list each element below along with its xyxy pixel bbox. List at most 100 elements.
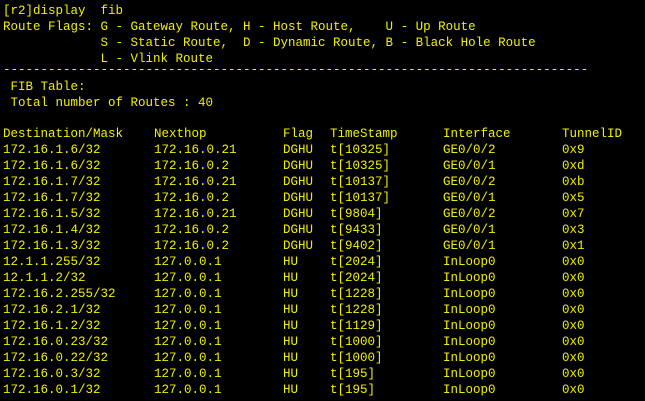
cell-tunnelid: 0x0	[562, 255, 585, 269]
cell-flag: DGHU	[283, 207, 314, 221]
cell-interface: GE0/0/2	[443, 175, 496, 189]
cell-flag: HU	[283, 335, 299, 349]
cell-timestamp: t[9804]	[330, 207, 383, 221]
table-row: 172.16.0.1/32 127.0.0.1 HU t[195] InLoop0 0x0	[0, 382, 645, 398]
cell-flag: DGHU	[283, 191, 314, 205]
cell-destination: 172.16.0.23/32	[3, 335, 109, 349]
column-header-tunnelid: TunnelID	[562, 127, 623, 141]
cell-timestamp: t[2024]	[330, 271, 383, 285]
cell-flag: HU	[283, 255, 299, 269]
cell-nexthop: 172.16.0.2	[154, 223, 230, 237]
table-row: 172.16.1.5/32 172.16.0.21 DGHU t[9804] GE0/0…	[0, 206, 645, 222]
cell-flag: HU	[283, 319, 299, 333]
table-row: 172.16.2.255/32 127.0.0.1 HU t[1228] InLoop0…	[0, 286, 645, 302]
column-header-destination: Destination/Mask	[3, 127, 124, 141]
cell-tunnelid: 0x0	[562, 351, 585, 365]
cell-timestamp: t[1228]	[330, 287, 383, 301]
cell-nexthop: 172.16.0.21	[154, 143, 237, 157]
cell-destination: 12.1.1.255/32	[3, 255, 101, 269]
cell-timestamp: t[9433]	[330, 223, 383, 237]
cell-nexthop: 127.0.0.1	[154, 319, 222, 333]
cell-nexthop: 127.0.0.1	[154, 303, 222, 317]
column-header-nexthop: Nexthop	[154, 127, 207, 141]
cell-interface: GE0/0/1	[443, 159, 496, 173]
column-header-interface: Interface	[443, 127, 511, 141]
cell-interface: InLoop0	[443, 351, 496, 365]
table-row: 172.16.1.4/32 172.16.0.2 DGHU t[9433] GE0/0/…	[0, 222, 645, 238]
cell-tunnelid: 0x0	[562, 367, 585, 381]
cell-tunnelid: 0x7	[562, 207, 585, 221]
cell-timestamp: t[10325]	[330, 159, 391, 173]
cell-destination: 172.16.2.1/32	[3, 303, 101, 317]
cell-destination: 172.16.1.6/32	[3, 159, 101, 173]
cell-destination: 172.16.0.22/32	[3, 351, 109, 365]
table-row: 172.16.1.7/32 172.16.0.21 DGHU t[10137] GE0/…	[0, 174, 645, 190]
table-row: 12.1.1.2/32 127.0.0.1 HU t[2024] InLoop0 0x0	[0, 270, 645, 286]
cell-interface: GE0/0/2	[443, 207, 496, 221]
cell-timestamp: t[195]	[330, 367, 376, 381]
cell-interface: InLoop0	[443, 255, 496, 269]
cell-nexthop: 172.16.0.2	[154, 159, 230, 173]
cell-timestamp: t[9402]	[330, 239, 383, 253]
table-row: 12.1.1.255/32 127.0.0.1 HU t[2024] InLoop0 0x…	[0, 254, 645, 270]
cell-destination: 172.16.1.7/32	[3, 175, 101, 189]
cell-interface: InLoop0	[443, 271, 496, 285]
cell-timestamp: t[10137]	[330, 191, 391, 205]
cell-flag: DGHU	[283, 223, 314, 237]
cell-tunnelid: 0x0	[562, 303, 585, 317]
table-row: 172.16.1.6/32 172.16.0.21 DGHU t[10325] GE0/…	[0, 142, 645, 158]
cell-nexthop: 172.16.0.21	[154, 207, 237, 221]
cell-interface: GE0/0/1	[443, 223, 496, 237]
cell-interface: GE0/0/1	[443, 239, 496, 253]
table-row: 172.16.1.6/32 172.16.0.2 DGHU t[10325] GE0/0…	[0, 158, 645, 174]
cell-tunnelid: 0xd	[562, 159, 585, 173]
cell-timestamp: t[10325]	[330, 143, 391, 157]
route-flags-line-2: S - Static Route, D - Dynamic Route, B -…	[3, 36, 536, 50]
cell-tunnelid: 0x0	[562, 383, 585, 397]
cell-flag: DGHU	[283, 143, 314, 157]
column-header-flag: Flag	[283, 127, 314, 141]
cell-nexthop: 127.0.0.1	[154, 383, 222, 397]
cell-flag: DGHU	[283, 175, 314, 189]
terminal-window[interactable]: [r2]display fib Route Flags: G - Gateway…	[0, 0, 645, 401]
table-row: 172.16.2.1/32 127.0.0.1 HU t[1228] InLoop0 0x…	[0, 302, 645, 318]
cell-flag: HU	[283, 351, 299, 365]
table-row: 172.16.1.2/32 127.0.0.1 HU t[1129] InLoop0 0x…	[0, 318, 645, 334]
cell-nexthop: 127.0.0.1	[154, 255, 222, 269]
fib-table-label: FIB Table:	[3, 80, 86, 94]
cell-destination: 172.16.1.4/32	[3, 223, 101, 237]
cell-timestamp: t[1000]	[330, 335, 383, 349]
cell-flag: HU	[283, 367, 299, 381]
cell-nexthop: 127.0.0.1	[154, 271, 222, 285]
separator-line: ----------------------------------------…	[3, 63, 589, 77]
cell-nexthop: 172.16.0.2	[154, 191, 230, 205]
table-row: 172.16.0.23/32 127.0.0.1 HU t[1000] InLoop0 0…	[0, 334, 645, 350]
cell-destination: 172.16.0.1/32	[3, 383, 101, 397]
cell-timestamp: t[195]	[330, 383, 376, 397]
cell-tunnelid: 0xb	[562, 175, 585, 189]
table-header: Destination/Mask Nexthop Flag TimeStamp …	[0, 126, 645, 142]
cell-tunnelid: 0x0	[562, 271, 585, 285]
cell-timestamp: t[1228]	[330, 303, 383, 317]
cell-destination: 172.16.0.3/32	[3, 367, 101, 381]
cell-timestamp: t[1000]	[330, 351, 383, 365]
table-row: 172.16.1.7/32 172.16.0.2 DGHU t[10137] GE0/0…	[0, 190, 645, 206]
cell-destination: 172.16.2.255/32	[3, 287, 116, 301]
cell-timestamp: t[10137]	[330, 175, 391, 189]
cell-nexthop: 127.0.0.1	[154, 367, 222, 381]
cell-flag: DGHU	[283, 159, 314, 173]
cell-interface: InLoop0	[443, 287, 496, 301]
cell-flag: HU	[283, 287, 299, 301]
table-row: 172.16.0.3/32 127.0.0.1 HU t[195] InLoop0 0x0	[0, 366, 645, 382]
cell-timestamp: t[2024]	[330, 255, 383, 269]
cell-interface: InLoop0	[443, 383, 496, 397]
cell-destination: 172.16.1.2/32	[3, 319, 101, 333]
cell-flag: HU	[283, 383, 299, 397]
cell-nexthop: 127.0.0.1	[154, 287, 222, 301]
cell-destination: 172.16.1.5/32	[3, 207, 101, 221]
column-header-timestamp: TimeStamp	[330, 127, 398, 141]
cell-tunnelid: 0x5	[562, 191, 585, 205]
cell-tunnelid: 0x0	[562, 335, 585, 349]
total-routes-line: Total number of Routes : 40	[3, 96, 214, 110]
cell-destination: 172.16.1.6/32	[3, 143, 101, 157]
